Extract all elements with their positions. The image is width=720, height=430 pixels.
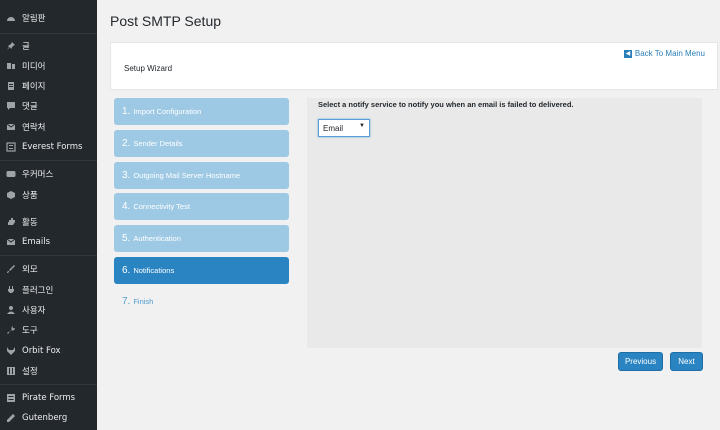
settings-icon	[6, 366, 16, 376]
sidebar-item-label: 활동	[22, 218, 38, 228]
sidebar-item-label: Gutenberg	[22, 413, 68, 423]
sidebar-separator	[0, 33, 97, 34]
pen-icon	[6, 413, 16, 423]
box-icon	[6, 190, 16, 200]
back-to-main-menu-link[interactable]: ◀ Back To Main Menu	[623, 49, 705, 58]
sidebar-item-activity[interactable]: 활동	[0, 212, 97, 232]
wizard-header-card: ◀ Back To Main Menu Setup Wizard	[110, 42, 718, 90]
step-sender-details[interactable]: 2. Sender Details	[114, 130, 289, 157]
sidebar-separator	[0, 255, 97, 256]
step-connectivity-test[interactable]: 4. Connectivity Test	[114, 193, 289, 220]
admin-sidebar: 알림판 글 미디어 페이지 댓글 연락처 Everest Forms 우커머스 …	[0, 0, 97, 430]
step-import-configuration[interactable]: 1. Import Configuration	[114, 98, 289, 125]
envelope-icon	[6, 237, 16, 247]
sidebar-item-plugins[interactable]: 플러그인	[0, 280, 97, 300]
step-number: 6.	[122, 265, 131, 276]
previous-button[interactable]: Previous	[618, 352, 663, 371]
sidebar-item-label: 설정	[22, 367, 38, 377]
pin-icon	[6, 41, 16, 51]
sidebar-item-label: Everest Forms	[22, 142, 83, 152]
dashboard-icon	[6, 13, 16, 23]
sidebar-item-everest-forms[interactable]: Everest Forms	[0, 137, 97, 157]
sidebar-separator	[0, 384, 97, 385]
step-number: 1.	[122, 106, 131, 117]
plug-icon	[6, 285, 16, 295]
sidebar-item-label: 사용자	[22, 306, 46, 316]
sidebar-item-pages[interactable]: 페이지	[0, 76, 97, 96]
user-icon	[6, 305, 16, 315]
sidebar-item-tools[interactable]: 도구	[0, 320, 97, 340]
hand-icon	[6, 217, 16, 227]
step-number: 2.	[122, 138, 131, 149]
sidebar-item-settings[interactable]: 설정	[0, 361, 97, 381]
back-arrow-icon: ◀	[623, 49, 632, 58]
select-value: Email	[323, 123, 344, 133]
step-label: Sender Details	[133, 139, 183, 148]
sidebar-item-label: Pirate Forms	[22, 393, 76, 403]
form-icon	[6, 142, 16, 152]
sidebar-item-emails[interactable]: Emails	[0, 232, 97, 252]
sidebar-item-label: Orbit Fox	[22, 346, 61, 356]
woo-icon	[6, 169, 16, 179]
step-label: Import Configuration	[133, 107, 202, 116]
brush-icon	[6, 264, 16, 274]
sidebar-separator	[0, 160, 97, 161]
sidebar-item-label: 외모	[22, 265, 38, 275]
sidebar-item-contacts[interactable]: 연락처	[0, 117, 97, 137]
step-label: Outgoing Mail Server Hostname	[133, 171, 241, 180]
sidebar-item-appearance[interactable]: 외모	[0, 259, 97, 279]
sidebar-item-label: 플러그인	[22, 286, 54, 296]
page-icon	[6, 81, 16, 91]
next-button[interactable]: Next	[670, 352, 703, 371]
step-authentication[interactable]: 5. Authentication	[114, 225, 289, 252]
notify-service-prompt: Select a notify service to notify you wh…	[318, 100, 574, 109]
sidebar-item-label: 연락처	[22, 123, 46, 133]
sidebar-item-dashboard[interactable]: 알림판	[0, 8, 97, 28]
list-icon	[6, 393, 16, 403]
sidebar-item-products[interactable]: 상품	[0, 185, 97, 205]
sidebar-item-comments[interactable]: 댓글	[0, 96, 97, 116]
sidebar-item-label: 페이지	[22, 82, 46, 92]
main-content: Post SMTP Setup ◀ Back To Main Menu Setu…	[97, 0, 720, 430]
mail-icon	[6, 122, 16, 132]
sidebar-item-label: 우커머스	[22, 170, 54, 180]
step-label: Connectivity Test	[133, 202, 190, 211]
sidebar-item-label: 글	[22, 42, 30, 52]
step-label: Authentication	[133, 234, 181, 243]
step-number: 5.	[122, 233, 131, 244]
sidebar-item-gutenberg[interactable]: Gutenberg	[0, 408, 97, 428]
sidebar-item-label: 도구	[22, 326, 38, 336]
sidebar-item-orbit-fox[interactable]: Orbit Fox	[0, 341, 97, 361]
sidebar-item-pirate-forms[interactable]: Pirate Forms	[0, 388, 97, 408]
sidebar-item-posts[interactable]: 글	[0, 36, 97, 56]
media-icon	[6, 61, 16, 71]
step-number: 7.	[122, 296, 131, 307]
step-label: Notifications	[133, 266, 175, 275]
step-finish[interactable]: 7. Finish	[114, 288, 289, 315]
wrench-icon	[6, 325, 16, 335]
wizard-title: Setup Wizard	[124, 64, 173, 73]
sidebar-item-woocommerce[interactable]: 우커머스	[0, 164, 97, 184]
step-content-panel: Select a notify service to notify you wh…	[307, 98, 702, 348]
sidebar-item-label: 미디어	[22, 62, 46, 72]
sidebar-item-label: 상품	[22, 191, 38, 201]
notify-service-select[interactable]: Email ▼	[318, 119, 370, 137]
sidebar-item-users[interactable]: 사용자	[0, 300, 97, 320]
back-link-label: Back To Main Menu	[634, 49, 705, 58]
step-number: 4.	[122, 201, 131, 212]
sidebar-item-label: 댓글	[22, 102, 38, 112]
dropdown-caret-icon: ▼	[359, 123, 365, 129]
page-title: Post SMTP Setup	[110, 13, 222, 29]
fox-icon	[6, 346, 16, 356]
step-notifications[interactable]: 6. Notifications	[114, 257, 289, 284]
step-number: 3.	[122, 170, 131, 181]
comment-icon	[6, 101, 16, 111]
step-label: Finish	[133, 297, 154, 306]
step-outgoing-mail-server[interactable]: 3. Outgoing Mail Server Hostname	[114, 162, 289, 189]
sidebar-item-label: 알림판	[22, 14, 46, 24]
sidebar-item-media[interactable]: 미디어	[0, 56, 97, 76]
sidebar-item-label: Emails	[22, 237, 51, 247]
